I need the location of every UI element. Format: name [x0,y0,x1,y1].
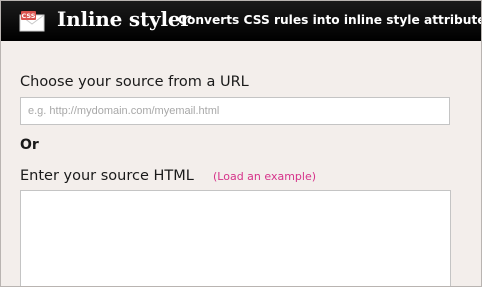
source-url-input[interactable] [20,97,450,125]
url-source-label: Choose your source from a URL [20,74,249,90]
app-title: Inline styler [57,7,191,31]
app-tagline: Converts CSS rules into inline style att… [178,13,482,27]
app-window: CSS Inline styler Converts CSS rules int… [0,0,482,287]
logo-badge-text: CSS [22,12,36,20]
header-bar: CSS Inline styler Converts CSS rules int… [1,1,481,41]
css-envelope-icon: CSS [19,10,45,32]
source-html-textarea[interactable] [20,190,451,286]
html-source-label: Enter your source HTML [20,168,194,184]
load-example-link[interactable]: (Load an example) [213,170,316,184]
or-separator-label: Or [20,137,39,153]
